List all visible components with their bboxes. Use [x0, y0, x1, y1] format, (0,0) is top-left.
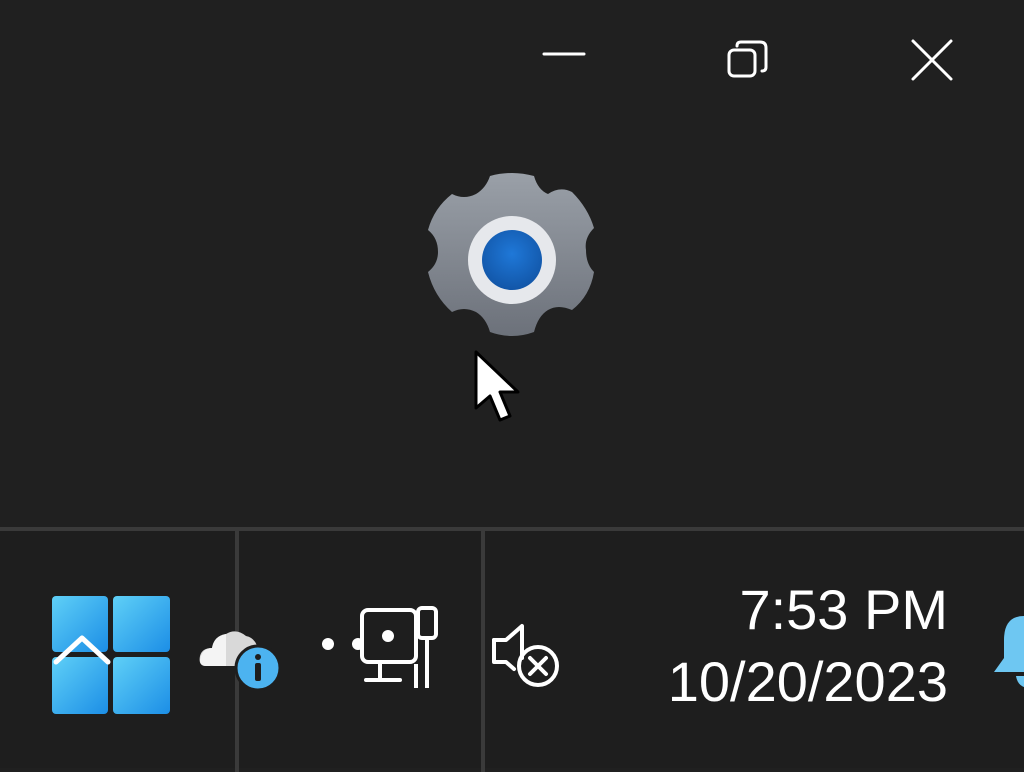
- mouse-cursor-icon: [474, 350, 520, 422]
- taskbar-divider: [481, 531, 485, 772]
- taskbar-clock[interactable]: 7:53 PM 10/20/2023: [668, 574, 948, 718]
- notification-bell-icon[interactable]: [990, 612, 1024, 692]
- minimize-icon: [542, 52, 586, 56]
- clock-date: 10/20/2023: [667, 650, 948, 713]
- weather-info-icon[interactable]: [196, 616, 284, 692]
- minimize-button[interactable]: [524, 20, 604, 100]
- network-ethernet-icon[interactable]: [316, 604, 446, 694]
- settings-gear-icon: [428, 173, 594, 336]
- windows-start-icon[interactable]: [52, 596, 170, 714]
- close-icon: [911, 39, 953, 81]
- restore-icon: [727, 40, 768, 78]
- close-button[interactable]: [892, 20, 972, 100]
- restore-button[interactable]: [708, 20, 788, 100]
- volume-muted-icon[interactable]: [488, 618, 564, 690]
- settings-window: [0, 0, 1024, 527]
- clock-time: 7:53 PM: [739, 578, 948, 641]
